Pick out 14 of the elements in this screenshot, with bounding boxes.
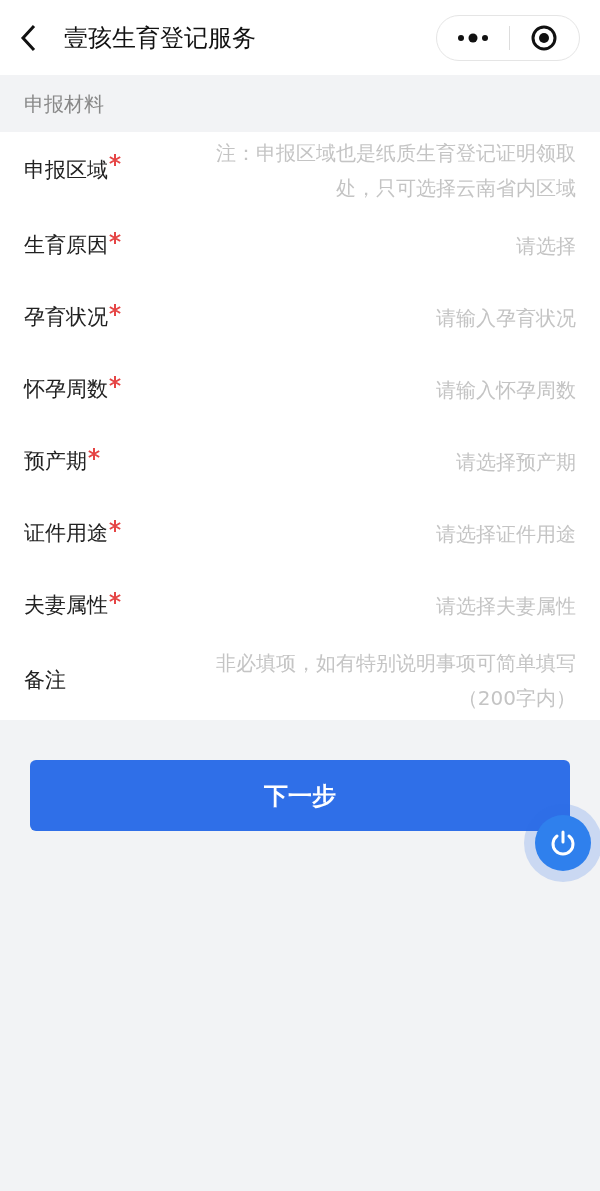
field-label: 孕育状况 xyxy=(24,304,108,332)
field-label: 夫妻属性 xyxy=(24,592,108,620)
power-icon xyxy=(549,829,577,857)
page-title: 壹孩生育登记服务 xyxy=(64,22,256,54)
field-label: 生育原因 xyxy=(24,232,108,260)
section-title: 申报材料 xyxy=(24,90,104,118)
field-label: 怀孕周数 xyxy=(24,376,108,404)
field-label: 申报区域 xyxy=(24,157,108,185)
back-icon[interactable] xyxy=(20,23,36,52)
field-label: 证件用途 xyxy=(24,520,108,548)
next-button[interactable]: 下一步 xyxy=(30,760,570,831)
more-icon[interactable] xyxy=(457,32,489,43)
field-label: 备注 xyxy=(24,667,66,695)
field-label: 预产期 xyxy=(24,448,87,476)
